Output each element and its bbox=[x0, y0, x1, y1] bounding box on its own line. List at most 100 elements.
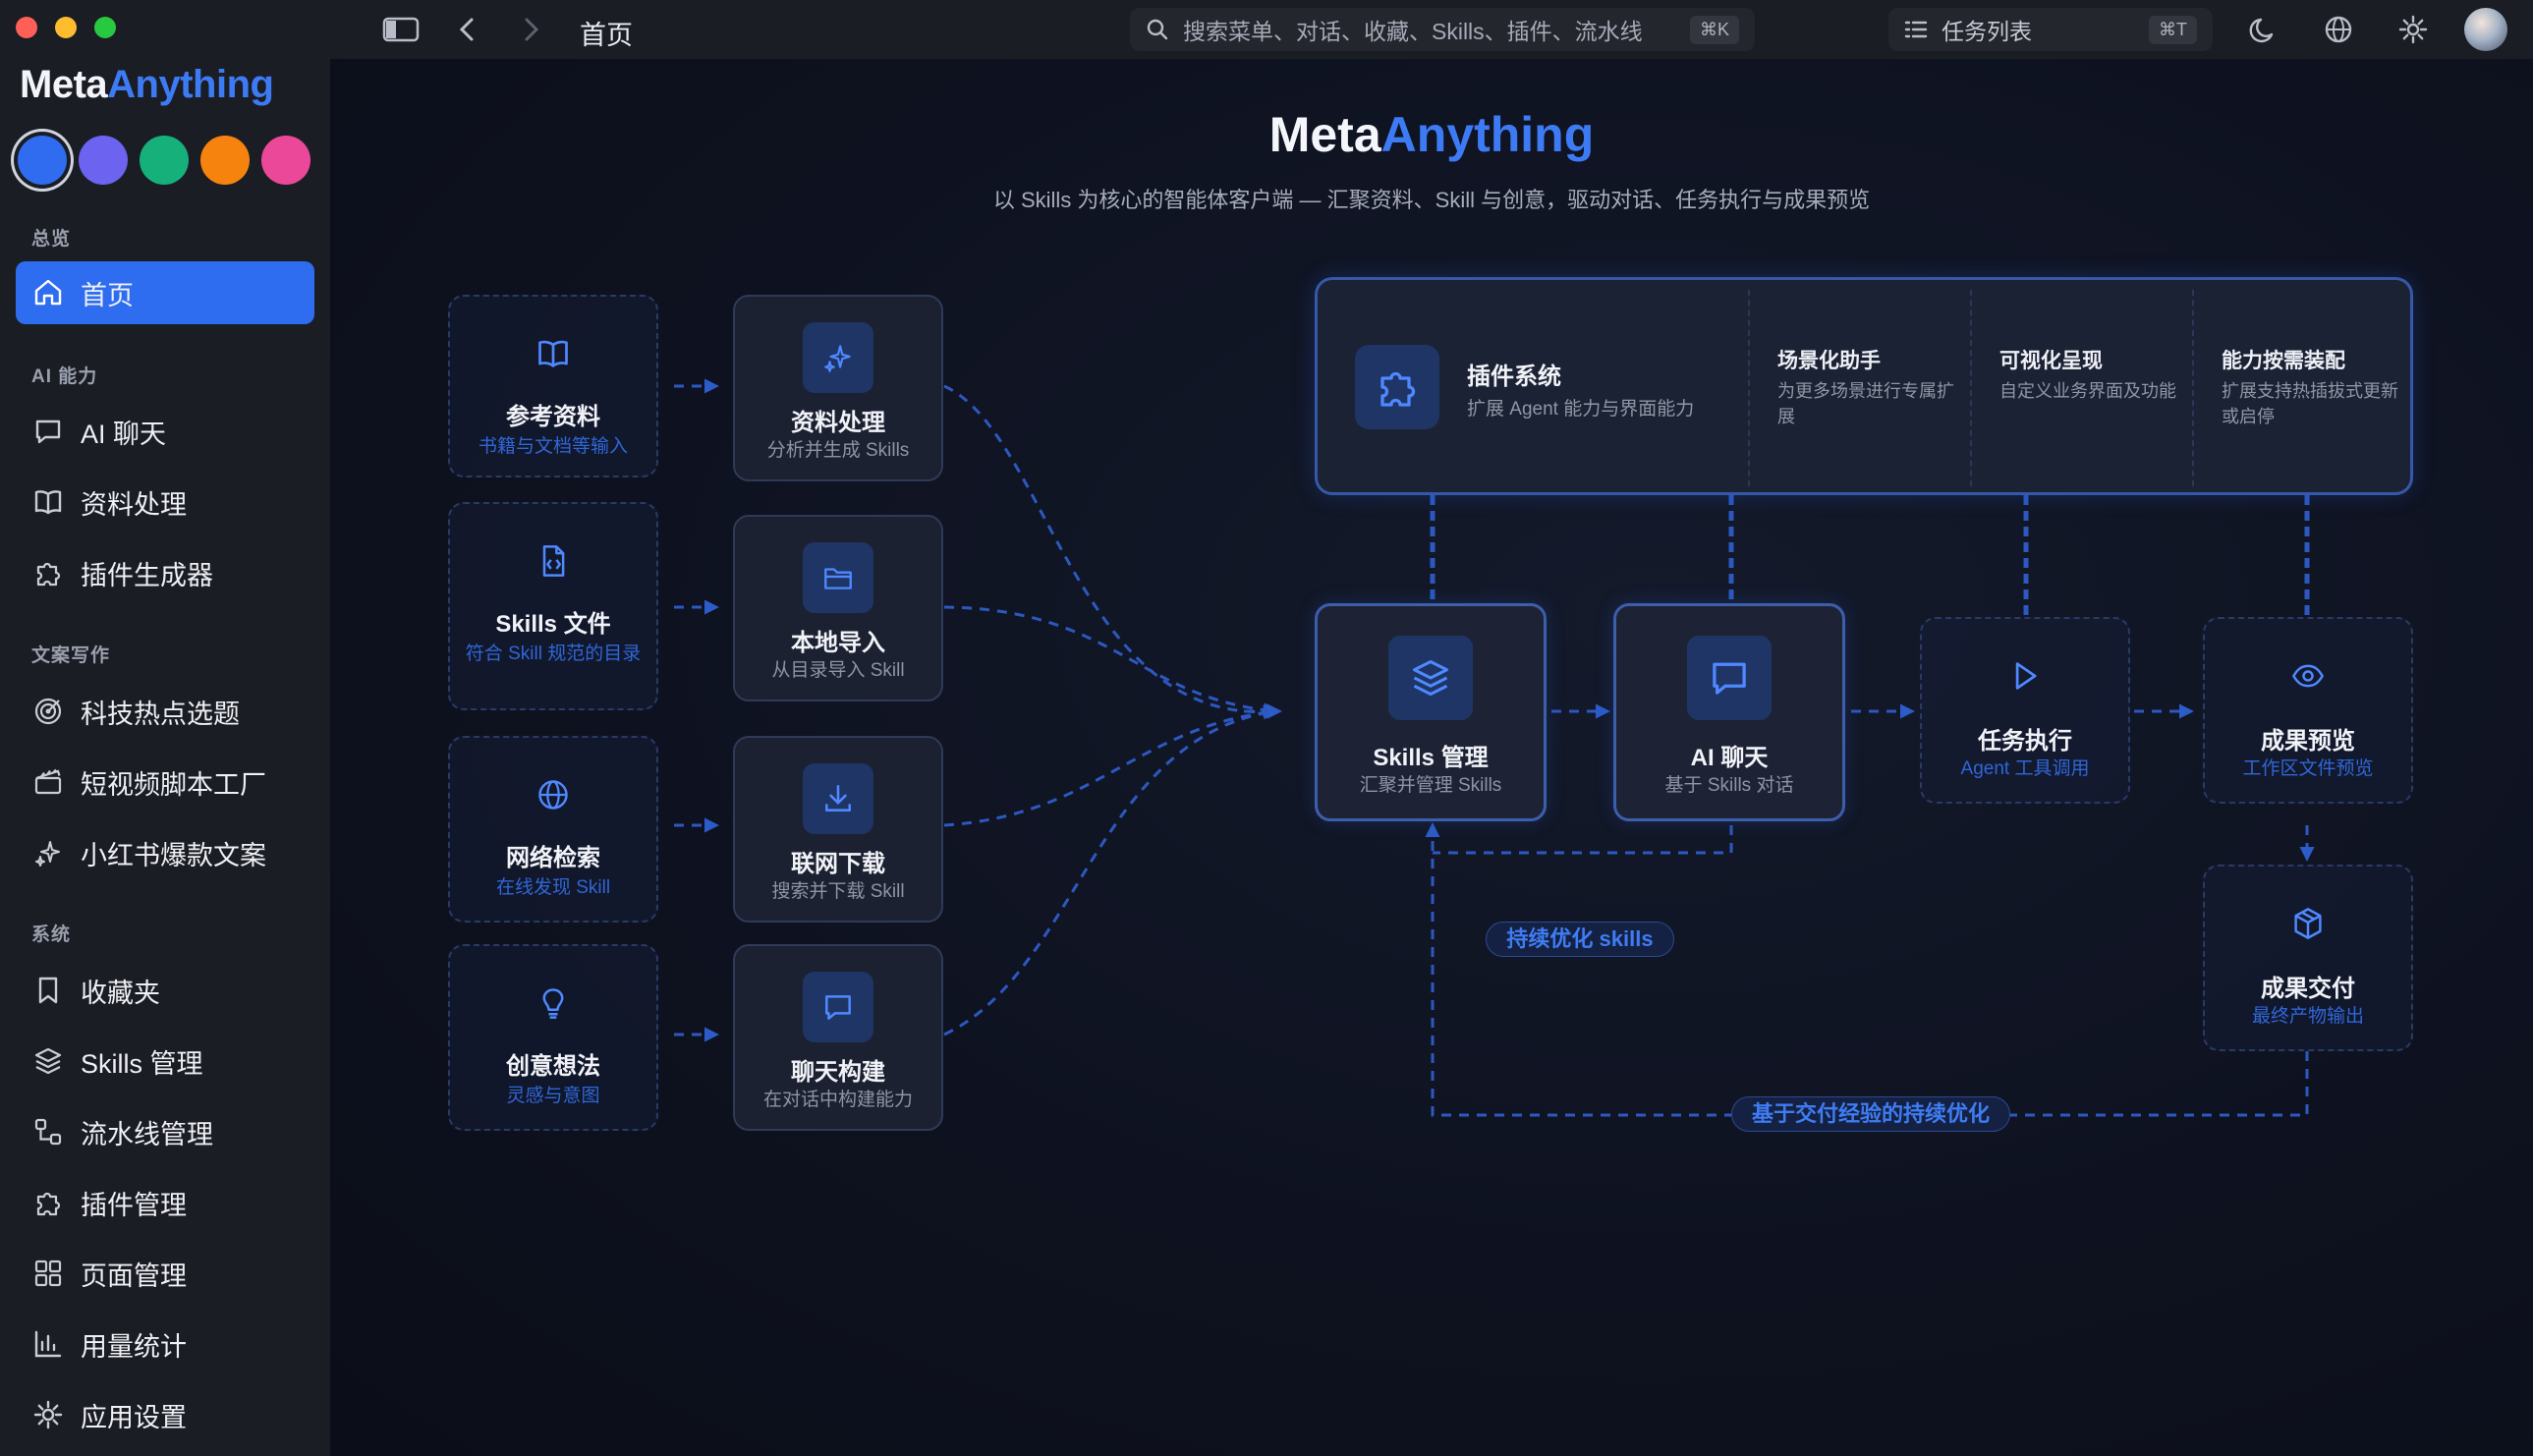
card-subtitle: 书籍与文档等输入 bbox=[478, 436, 628, 457]
process-card[interactable]: 资料处理 分析并生成 Skills bbox=[733, 295, 943, 481]
avatar[interactable] bbox=[2464, 8, 2507, 51]
inner-loop-label: 持续优化 skills bbox=[1486, 922, 1674, 957]
globe-icon[interactable] bbox=[2321, 12, 2356, 47]
sidebar-section-title: AI 能力 bbox=[31, 366, 98, 387]
card-title: 聊天构建 bbox=[791, 1059, 885, 1086]
sidebar-item[interactable]: 页面管理 bbox=[16, 1242, 314, 1305]
list-icon bbox=[1904, 21, 1928, 38]
sidebar-item[interactable]: 科技热点选题 bbox=[16, 680, 314, 743]
sidebar-item-label: 科技热点选题 bbox=[81, 699, 240, 729]
card-title: 任务执行 bbox=[1978, 728, 2072, 755]
sidebar-item-label: 收藏夹 bbox=[81, 978, 160, 1008]
back-icon[interactable] bbox=[452, 12, 481, 47]
search-shortcut: ⌘K bbox=[1689, 15, 1739, 44]
sidebar-item[interactable]: AI 聊天 bbox=[16, 400, 314, 463]
plugin-system-desc: 扩展 Agent 能力与界面能力 bbox=[1467, 399, 1695, 420]
sidebar-item-label: Skills 管理 bbox=[81, 1048, 203, 1079]
search-bar[interactable]: 搜索菜单、对话、收藏、Skills、插件、流水线 ⌘K bbox=[1130, 8, 1755, 51]
sidebar-item-label: 应用设置 bbox=[81, 1402, 187, 1432]
input-source-card[interactable]: 参考资料书籍与文档等输入 bbox=[448, 295, 658, 477]
sidebar-item-label: 小红书爆款文案 bbox=[81, 840, 266, 870]
input-source-card[interactable]: 创意想法 灵感与意图 bbox=[448, 944, 658, 1131]
theme-color-swatch[interactable] bbox=[79, 136, 128, 185]
sidebar-item-label: 插件管理 bbox=[81, 1190, 187, 1220]
core-node-card[interactable]: AI 聊天 基于 Skills 对话 bbox=[1613, 603, 1845, 821]
search-icon bbox=[1147, 19, 1168, 40]
sidebar-item[interactable]: 首页 bbox=[16, 261, 314, 324]
card-title: 参考资料 bbox=[506, 404, 600, 430]
core-node-card[interactable]: Skills 管理 汇聚并管理 Skills bbox=[1315, 603, 1547, 821]
plugin-feature-desc: 自定义业务界面及功能 bbox=[1999, 381, 2176, 401]
sidebar-item[interactable]: 短视频脚本工厂 bbox=[16, 751, 314, 813]
sidebar-item[interactable]: 插件管理 bbox=[16, 1171, 314, 1234]
output-card[interactable]: 任务执行 Agent 工具调用 bbox=[1920, 617, 2130, 804]
card-title: 资料处理 bbox=[791, 410, 885, 436]
input-source-card[interactable]: 网络检索 在线发现 Skill bbox=[448, 736, 658, 923]
search-placeholder: 搜索菜单、对话、收藏、Skills、插件、流水线 bbox=[1183, 19, 1643, 44]
process-card[interactable]: 联网下载搜索并下载 Skill bbox=[733, 736, 943, 923]
process-card[interactable]: 聊天构建 在对话中构建能力 bbox=[733, 944, 943, 1131]
sidebar-item[interactable]: 应用设置 bbox=[16, 1383, 314, 1446]
moon-icon[interactable] bbox=[2246, 12, 2281, 47]
card-title: 成果交付 bbox=[2261, 976, 2355, 1002]
bar-chart-icon bbox=[31, 1327, 65, 1361]
sidebar-item-label: 资料处理 bbox=[81, 489, 187, 520]
play-icon bbox=[2003, 654, 2047, 698]
plugin-feature-desc: 扩展支持热插拔式更新或启停 bbox=[2222, 381, 2398, 426]
sidebar-item[interactable]: 流水线管理 bbox=[16, 1100, 314, 1163]
download-icon bbox=[803, 763, 873, 834]
gear-icon[interactable] bbox=[2395, 12, 2431, 47]
minimize-window-button[interactable] bbox=[55, 17, 77, 38]
sidebar-section-title: 文案写作 bbox=[31, 645, 111, 666]
sidebar-item[interactable]: 插件生成器 bbox=[16, 541, 314, 604]
sidebar-toggle-icon[interactable] bbox=[381, 14, 421, 45]
sidebar-item-label: 插件生成器 bbox=[81, 560, 213, 590]
plugin-feature-desc: 为更多场景进行专属扩展 bbox=[1777, 381, 1954, 426]
panel-divider bbox=[1748, 290, 1750, 486]
plugin-feature: 可视化呈现 自定义业务界面及功能 bbox=[1999, 280, 2182, 492]
sparkle-icon bbox=[31, 836, 65, 869]
card-subtitle: 搜索并下载 Skill bbox=[771, 881, 905, 902]
task-list-button[interactable]: 任务列表 ⌘T bbox=[1888, 8, 2213, 51]
input-source-card[interactable]: Skills 文件 符合 Skill 规范的目录 bbox=[448, 502, 658, 710]
output-card[interactable]: 成果预览 工作区文件预览 bbox=[2203, 617, 2413, 804]
card-title: 成果预览 bbox=[2261, 728, 2355, 755]
zoom-window-button[interactable] bbox=[94, 17, 116, 38]
theme-color-swatch[interactable] bbox=[18, 136, 67, 185]
theme-color-swatch[interactable] bbox=[140, 136, 189, 185]
theme-color-swatch[interactable] bbox=[261, 136, 310, 185]
puzzle-icon bbox=[1355, 345, 1439, 429]
forward-icon[interactable] bbox=[517, 12, 546, 47]
chat-icon bbox=[803, 972, 873, 1042]
sidebar-item[interactable]: 资料处理 bbox=[16, 471, 314, 533]
sidebar-section-title: 总览 bbox=[31, 229, 72, 250]
process-card[interactable]: 本地导入 从目录导入 Skill bbox=[733, 515, 943, 701]
globe-icon bbox=[532, 773, 575, 816]
home-icon bbox=[31, 276, 65, 309]
main-content: MetaAnything 以 Skills 为核心的智能体客户端 — 汇聚资料、… bbox=[330, 59, 2533, 1456]
sparkle-icon bbox=[803, 322, 873, 393]
gear-icon bbox=[31, 1398, 65, 1431]
sidebar-item[interactable]: 小红书爆款文案 bbox=[16, 821, 314, 884]
workflow-icon bbox=[31, 1115, 65, 1148]
sidebar-item[interactable]: 用量统计 bbox=[16, 1313, 314, 1375]
sidebar-item[interactable]: Skills 管理 bbox=[16, 1030, 314, 1092]
theme-color-swatch[interactable] bbox=[200, 136, 250, 185]
card-subtitle: 从目录导入 Skill bbox=[771, 660, 905, 681]
plugin-feature-title: 能力按需装配 bbox=[2222, 350, 2345, 372]
package-icon bbox=[2286, 902, 2330, 945]
card-subtitle: 最终产物输出 bbox=[2251, 1006, 2364, 1027]
output-card[interactable]: 成果交付最终产物输出 bbox=[2203, 865, 2413, 1051]
sidebar-item-label: 流水线管理 bbox=[81, 1119, 213, 1149]
chat-icon bbox=[1687, 636, 1772, 720]
task-list-shortcut: ⌘T bbox=[2149, 15, 2197, 44]
title-bar: 首页 搜索菜单、对话、收藏、Skills、插件、流水线 ⌘K 任务列表 ⌘T bbox=[0, 0, 2533, 59]
card-subtitle: Agent 工具调用 bbox=[1960, 758, 2090, 779]
close-window-button[interactable] bbox=[16, 17, 37, 38]
plugin-system-panel[interactable]: 插件系统 扩展 Agent 能力与界面能力 场景化助手 为更多场景进行专属扩展 可视化呈… bbox=[1315, 277, 2413, 495]
sidebar-item-label: AI 聊天 bbox=[81, 419, 167, 449]
sidebar-item-label: 首页 bbox=[81, 280, 134, 310]
sidebar-item[interactable]: 收藏夹 bbox=[16, 959, 314, 1022]
layers-icon bbox=[1388, 636, 1473, 720]
card-title: 联网下载 bbox=[791, 851, 885, 877]
